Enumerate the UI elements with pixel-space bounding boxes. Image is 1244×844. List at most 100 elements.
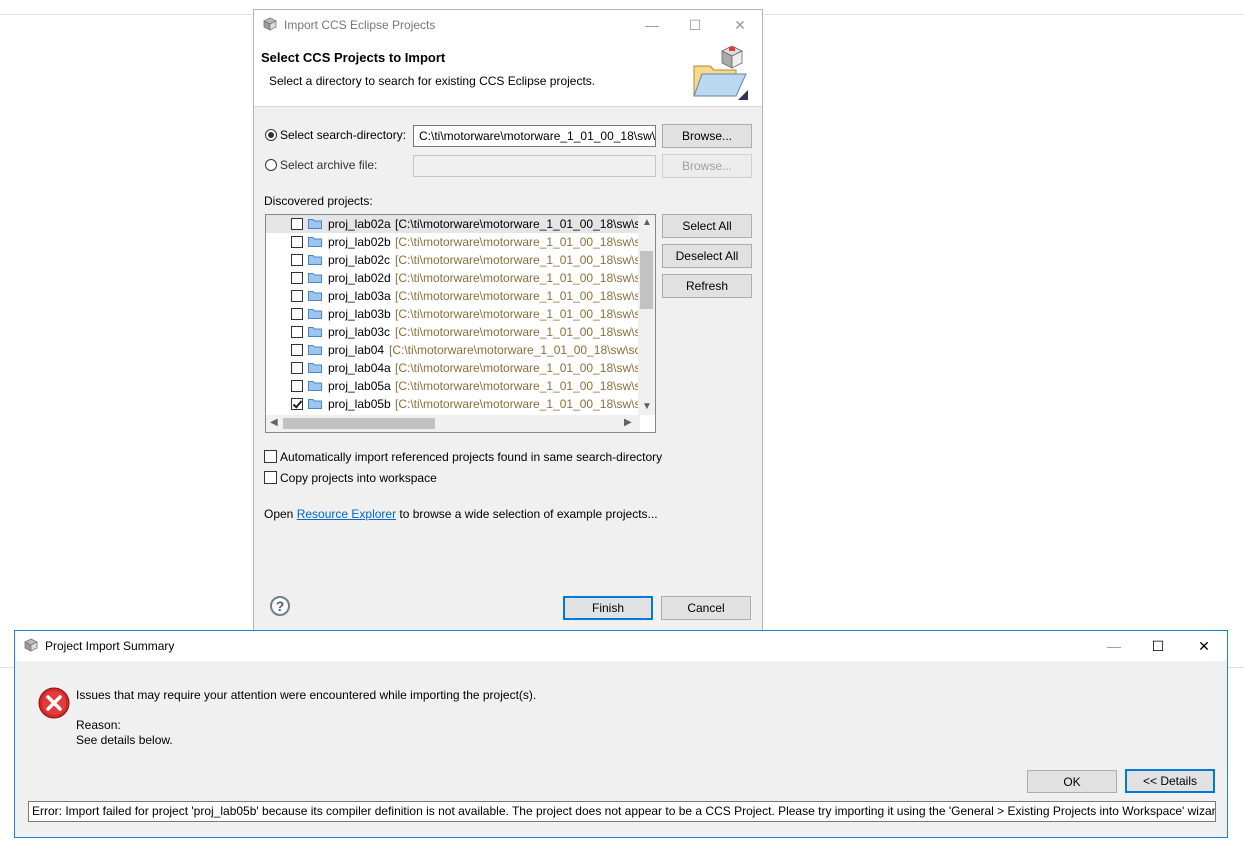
project-row[interactable]: proj_lab02b [C:\ti\motorware\motorware_1_…: [266, 233, 640, 251]
project-path: [C:\ti\motorware\motorware_1_01_00_18\sw…: [395, 253, 641, 267]
minimize-icon: —: [1107, 638, 1121, 654]
project-path: [C:\ti\motorware\motorware_1_01_00_18\sw…: [395, 289, 641, 303]
resource-explorer-link[interactable]: Resource Explorer: [297, 507, 396, 521]
project-name: proj_lab03a: [328, 289, 391, 303]
folder-icon: [308, 399, 322, 409]
search-directory-field[interactable]: C:\ti\motorware\motorware_1_01_00_18\sw\: [413, 125, 656, 147]
project-name: proj_lab05a: [328, 379, 391, 393]
maximize-button[interactable]: ☐: [672, 10, 718, 40]
close-button[interactable]: ✕: [717, 10, 763, 40]
archive-file-radio[interactable]: [265, 159, 277, 171]
maximize-icon: ☐: [1151, 638, 1165, 654]
project-name: proj_lab03b: [328, 307, 391, 321]
minimize-icon: —: [645, 17, 659, 33]
wizard-header-title: Select CCS Projects to Import: [261, 50, 446, 65]
copy-projects-label: Copy projects into workspace: [280, 471, 437, 485]
archive-file-label: Select archive file:: [280, 158, 378, 172]
ok-button[interactable]: OK: [1027, 770, 1117, 793]
close-button[interactable]: ✕: [1181, 631, 1227, 661]
open-suffix: to browse a wide selection of example pr…: [396, 507, 658, 521]
close-icon: ✕: [1198, 638, 1210, 654]
browse-directory-button[interactable]: Browse...: [662, 124, 752, 148]
projects-tree[interactable]: proj_lab05b [C:\ti\motorware\motorware_1_…: [265, 214, 656, 433]
app-cube-icon: [24, 638, 38, 652]
summary-message: Issues that may require your attention w…: [76, 688, 537, 702]
folder-icon: [308, 291, 322, 301]
vertical-scroll-thumb[interactable]: [640, 251, 653, 309]
project-checkbox[interactable]: [291, 272, 303, 284]
project-row[interactable]: proj_lab03a [C:\ti\motorware\motorware_1_…: [266, 287, 640, 305]
project-name: proj_lab02c: [328, 253, 391, 267]
project-path: [C:\ti\motorware\motorware_1_01_00_18\sw…: [389, 343, 642, 357]
summary-dialog-titlebar[interactable]: Project Import Summary — ☐ ✕: [15, 631, 1227, 661]
project-checkbox[interactable]: [291, 326, 303, 338]
minimize-button[interactable]: —: [1091, 631, 1137, 661]
horizontal-scroll-thumb[interactable]: [283, 418, 435, 429]
project-checkbox[interactable]: [291, 308, 303, 320]
auto-import-label: Automatically import referenced projects…: [280, 450, 663, 464]
project-row[interactable]: proj_lab04a [C:\ti\motorware\motorware_1_…: [266, 359, 640, 377]
project-checkbox[interactable]: [291, 218, 303, 230]
error-details-field[interactable]: Error: Import failed for project 'proj_l…: [28, 801, 1216, 822]
scroll-right-icon[interactable]: ▶: [624, 417, 632, 428]
details-toggle-button[interactable]: << Details: [1125, 769, 1215, 793]
help-icon[interactable]: ?: [270, 596, 290, 616]
maximize-icon: ☐: [688, 17, 702, 33]
project-row[interactable]: proj_lab03c [C:\ti\motorware\motorware_1_…: [266, 323, 640, 341]
project-row[interactable]: proj_lab04 [C:\ti\motorware\motorware_1_0…: [266, 341, 642, 359]
project-name: proj_lab02a: [328, 217, 391, 231]
vertical-scrollbar[interactable]: ▲ ▼: [638, 215, 655, 415]
wizard-header: Select CCS Projects to Import Select a d…: [254, 40, 762, 107]
wizard-header-subtitle: Select a directory to search for existin…: [269, 74, 596, 88]
archive-file-field[interactable]: [413, 155, 656, 177]
folder-icon: [308, 255, 322, 265]
import-dialog-title: Import CCS Eclipse Projects: [284, 18, 436, 32]
project-checkbox[interactable]: [291, 290, 303, 302]
scroll-left-icon[interactable]: ◀: [270, 417, 278, 428]
project-checkbox[interactable]: [291, 236, 303, 248]
project-name: proj_lab04: [328, 343, 385, 357]
project-checkbox[interactable]: [291, 398, 303, 410]
copy-projects-checkbox[interactable]: [264, 471, 277, 484]
import-dialog: Import CCS Eclipse Projects — ☐ ✕ Select…: [253, 9, 763, 632]
resource-explorer-text: Open Resource Explorer to browse a wide …: [264, 507, 658, 521]
open-prefix: Open: [264, 507, 297, 521]
project-row[interactable]: proj_lab02a [C:\ti\motorware\motorware_1_…: [266, 215, 640, 233]
search-directory-label: Select search-directory:: [280, 128, 407, 142]
browse-archive-button[interactable]: Browse...: [662, 154, 752, 178]
folder-icon: [308, 309, 322, 319]
search-directory-radio[interactable]: [265, 129, 277, 141]
project-name: proj_lab04a: [328, 361, 391, 375]
auto-import-checkbox[interactable]: [264, 450, 277, 463]
project-row[interactable]: proj_lab05b [C:\ti\motorware\motorware_1_…: [266, 395, 640, 413]
project-path: [C:\ti\motorware\motorware_1_01_00_18\sw…: [395, 325, 641, 339]
project-checkbox[interactable]: [291, 254, 303, 266]
import-dialog-titlebar[interactable]: Import CCS Eclipse Projects — ☐ ✕: [254, 10, 762, 40]
project-row[interactable]: proj_lab05a [C:\ti\motorware\motorware_1_…: [266, 377, 640, 395]
folder-icon: [308, 237, 322, 247]
maximize-button[interactable]: ☐: [1135, 631, 1181, 661]
project-path: [C:\ti\motorware\motorware_1_01_00_18\sw…: [395, 397, 641, 411]
error-icon: [38, 687, 70, 719]
scroll-up-icon[interactable]: ▲: [642, 217, 652, 228]
finish-button[interactable]: Finish: [563, 596, 653, 620]
select-all-button[interactable]: Select All: [662, 214, 752, 238]
deselect-all-button[interactable]: Deselect All: [662, 244, 752, 268]
project-row[interactable]: proj_lab02c [C:\ti\motorware\motorware_1_…: [266, 251, 640, 269]
scroll-down-icon[interactable]: ▼: [642, 401, 652, 412]
project-path: [C:\ti\motorware\motorware_1_01_00_18\sw…: [395, 379, 641, 393]
project-checkbox[interactable]: [291, 344, 303, 356]
folder-icon: [308, 381, 322, 391]
project-name: proj_lab02b: [328, 235, 391, 249]
project-row[interactable]: proj_lab03b [C:\ti\motorware\motorware_1_…: [266, 305, 640, 323]
project-checkbox[interactable]: [291, 362, 303, 374]
refresh-button[interactable]: Refresh: [662, 274, 752, 298]
project-path: [C:\ti\motorware\motorware_1_01_00_18\sw…: [395, 235, 641, 249]
project-checkbox[interactable]: [291, 380, 303, 392]
minimize-button[interactable]: —: [629, 10, 675, 40]
project-path: [C:\ti\motorware\motorware_1_01_00_18\sw…: [395, 271, 641, 285]
project-path: [C:\ti\motorware\motorware_1_01_00_18\sw…: [395, 361, 641, 375]
project-row[interactable]: proj_lab02d [C:\ti\motorware\motorware_1_…: [266, 269, 640, 287]
cancel-button[interactable]: Cancel: [661, 596, 751, 620]
horizontal-scrollbar[interactable]: ◀ ▶: [266, 415, 640, 432]
